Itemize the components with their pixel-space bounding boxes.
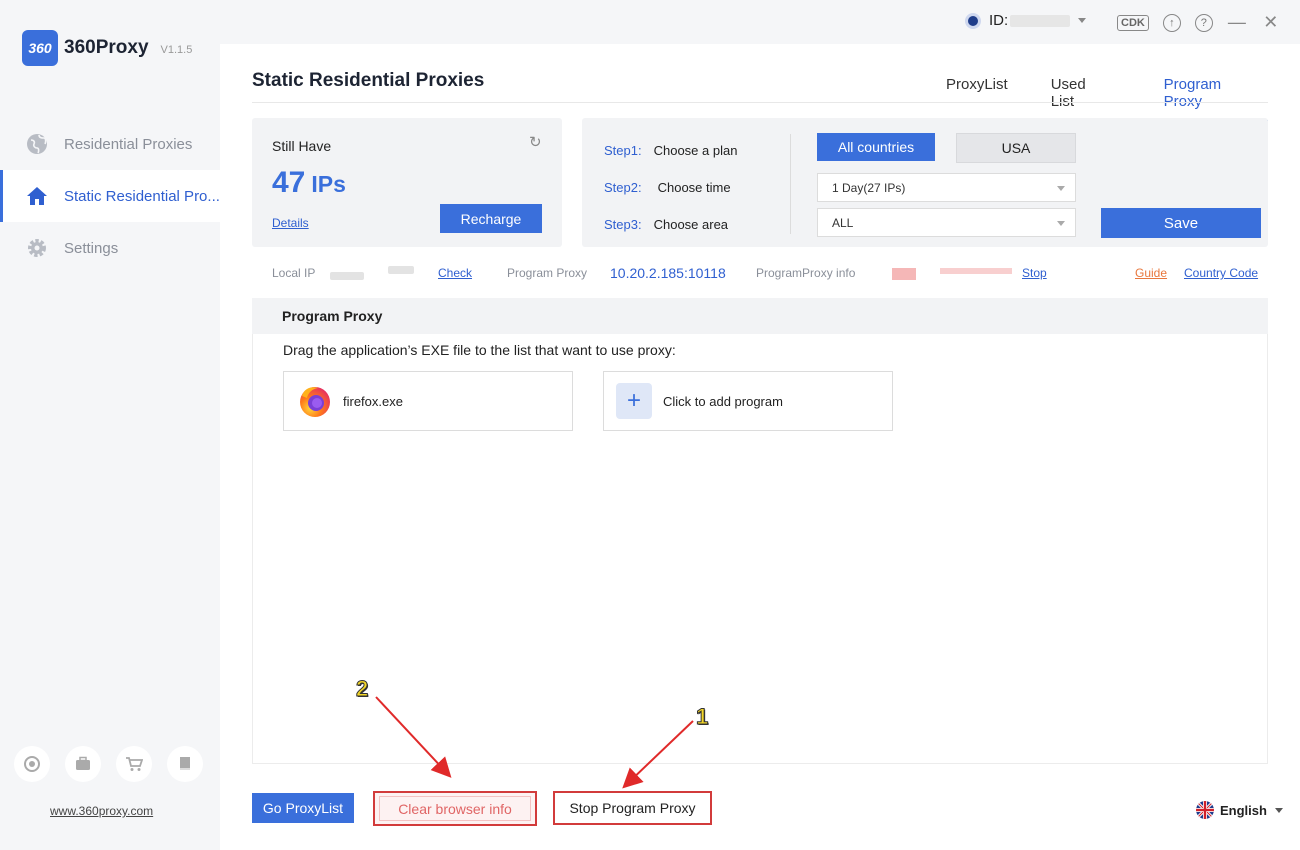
arrow-1	[622, 720, 694, 789]
annotation-arrows	[375, 696, 694, 789]
annotation-label-1: 1	[695, 704, 709, 730]
annotation-label-2: 2	[355, 676, 369, 702]
arrow-2	[375, 696, 452, 778]
